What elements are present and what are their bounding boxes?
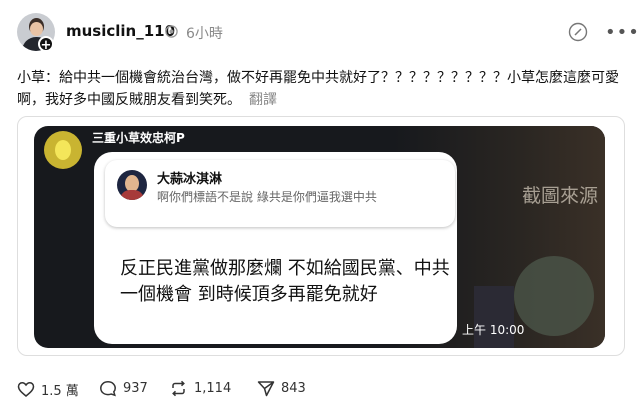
follow-plus-icon[interactable]: + xyxy=(38,36,54,53)
like-button[interactable]: 1.5 萬 xyxy=(17,380,79,399)
comment-icon xyxy=(100,381,116,397)
quoted-text: 啊你們標語不是說 綠共是你們逼我選中共 xyxy=(157,190,377,204)
quoted-name: 大蒜冰淇淋 xyxy=(157,172,223,187)
post-body: 小草：給中共一個機會統治台灣，做不好再罷免中共就好了？？？？？？？？？小草怎麼這… xyxy=(17,70,619,108)
post-timestamp: 6小時 xyxy=(186,26,223,42)
channel-name: 三重小草效忠柯P xyxy=(92,131,185,145)
repost-button[interactable]: 1,114 xyxy=(169,380,231,397)
reply-text: 反正民進黨做那麼爛 不如給國民黨、中共一個機會 到時候頂多再罷免就好 xyxy=(120,258,450,305)
share-icon xyxy=(257,381,275,397)
repost-count: 1,114 xyxy=(194,381,232,396)
embedded-screenshot[interactable]: 截圖來源 三重小草效忠柯P 大蒜冰淇淋 啊你們標語不是說 綠共是你們逼我選中共 … xyxy=(34,126,605,348)
more-icon[interactable]: ••• xyxy=(605,22,640,43)
share-count: 843 xyxy=(281,381,306,396)
translate-link[interactable]: 翻譯 xyxy=(249,92,277,108)
repost-icon xyxy=(172,380,185,397)
heart-icon xyxy=(17,382,35,397)
lemon-avatar xyxy=(44,131,82,169)
share-button[interactable]: 843 xyxy=(257,380,306,397)
verified-icon xyxy=(165,25,178,38)
username[interactable]: musiclin_110 xyxy=(66,22,175,40)
comment-button[interactable]: 937 xyxy=(99,380,148,397)
quoted-avatar xyxy=(117,170,147,200)
like-count: 1.5 萬 xyxy=(41,384,79,399)
comment-count: 937 xyxy=(123,381,148,396)
message-time: 上午 10:00 xyxy=(462,323,525,337)
post-text: 小草：給中共一個機會統治台灣，做不好再罷免中共就好了？？？？？？？？？小草怎麼這… xyxy=(17,67,627,111)
watermark-text: 截圖來源 xyxy=(522,185,599,207)
quoted-message: 大蒜冰淇淋 啊你們標語不是說 綠共是你們逼我選中共 xyxy=(105,160,455,227)
edit-icon[interactable] xyxy=(568,22,588,42)
